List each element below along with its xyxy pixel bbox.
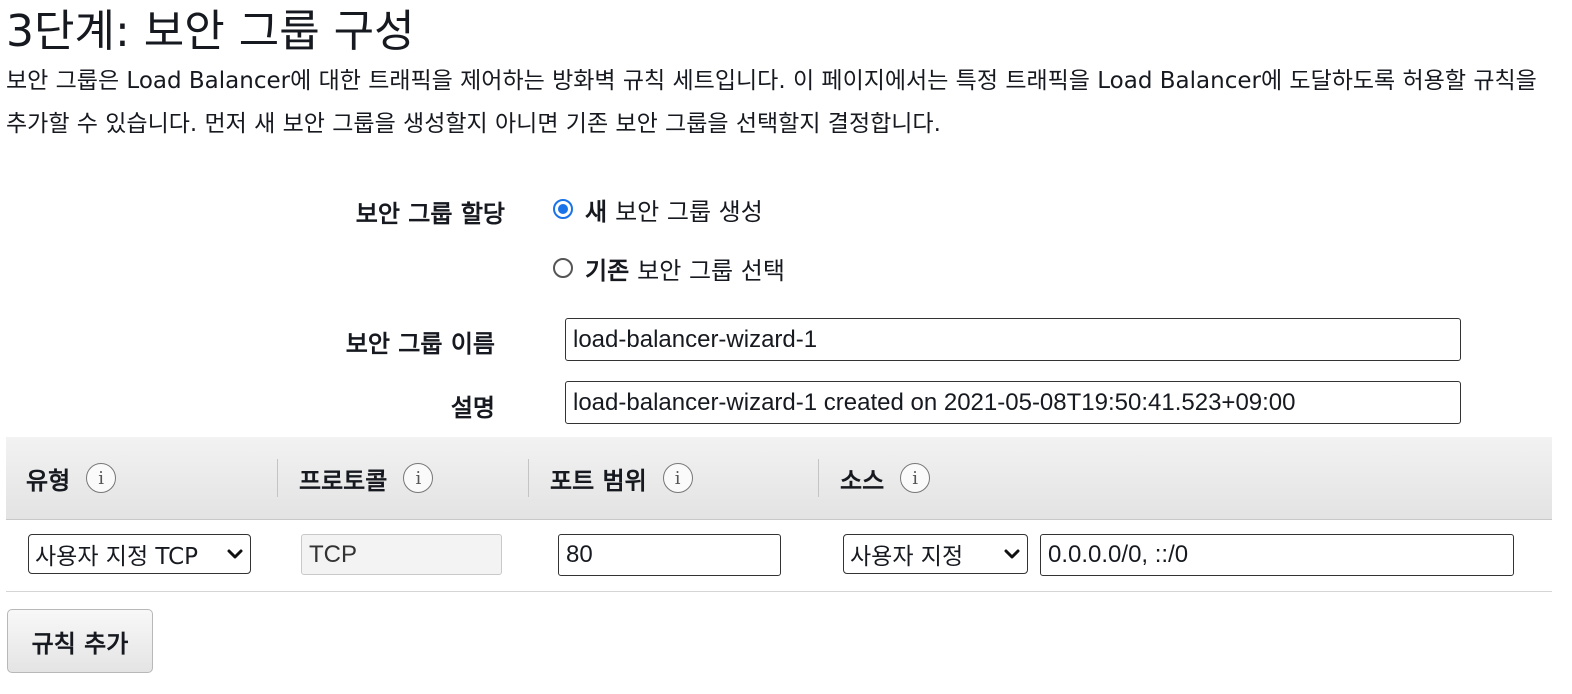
radio-create-new-bold: 새 <box>585 197 608 226</box>
protocol-field: TCP <box>301 534 502 575</box>
column-header-protocol: 프로토콜 i <box>299 437 434 519</box>
add-rule-button[interactable]: 규칙 추가 <box>7 609 153 673</box>
column-divider <box>818 459 819 497</box>
rule-type-value: 사용자 지정 TCP <box>35 544 199 570</box>
radio-create-new[interactable]: 새 보안 그룹 생성 <box>553 194 763 226</box>
info-icon[interactable]: i <box>86 463 117 493</box>
assignment-label: 보안 그룹 할당 <box>355 200 505 228</box>
column-header-source-label: 소스 <box>840 466 885 495</box>
source-type-value: 사용자 지정 <box>850 544 964 570</box>
chevron-down-icon <box>227 549 243 559</box>
column-header-source: 소스 i <box>840 437 931 519</box>
rule-type-select[interactable]: 사용자 지정 TCP <box>28 534 251 574</box>
security-group-name-label: 보안 그룹 이름 <box>345 330 495 358</box>
security-group-name-input[interactable]: load-balancer-wizard-1 <box>565 318 1461 361</box>
description-label: 설명 <box>450 394 495 422</box>
info-icon[interactable]: i <box>403 463 434 493</box>
radio-select-existing-label: 보안 그룹 선택 <box>637 256 785 285</box>
radio-create-new-label: 보안 그룹 생성 <box>615 197 763 226</box>
column-header-port-range-label: 포트 범위 <box>550 466 647 495</box>
info-icon[interactable]: i <box>662 463 693 493</box>
description-input[interactable]: load-balancer-wizard-1 created on 2021-0… <box>565 381 1461 424</box>
info-icon[interactable]: i <box>900 463 931 493</box>
source-cidr-input[interactable]: 0.0.0.0/0, ::/0 <box>1040 534 1514 576</box>
radio-checked-icon[interactable] <box>553 199 573 219</box>
column-header-port-range: 포트 범위 i <box>550 437 693 519</box>
radio-select-existing-bold: 기존 <box>585 256 630 285</box>
column-header-protocol-label: 프로토콜 <box>299 466 388 495</box>
page-description: 보안 그룹은 Load Balancer에 대한 트래픽을 제어하는 방화벽 규… <box>6 68 1537 137</box>
radio-unchecked-icon[interactable] <box>553 258 573 278</box>
page-title: 3단계: 보안 그룹 구성 <box>6 6 415 57</box>
source-type-select[interactable]: 사용자 지정 <box>843 534 1028 574</box>
port-range-input[interactable]: 80 <box>558 534 781 576</box>
column-header-type: 유형 i <box>26 437 117 519</box>
rules-table-header: 유형 i 프로토콜 i 포트 범위 i 소스 i <box>6 437 1552 520</box>
column-divider <box>528 459 529 497</box>
table-row: 사용자 지정 TCP TCP 80 사용자 지정 0.0.0.0/0, ::/0 <box>6 520 1552 592</box>
chevron-down-icon <box>1004 549 1020 559</box>
column-divider <box>277 459 278 497</box>
column-header-type-label: 유형 <box>26 466 71 495</box>
radio-select-existing[interactable]: 기존 보안 그룹 선택 <box>553 253 785 285</box>
